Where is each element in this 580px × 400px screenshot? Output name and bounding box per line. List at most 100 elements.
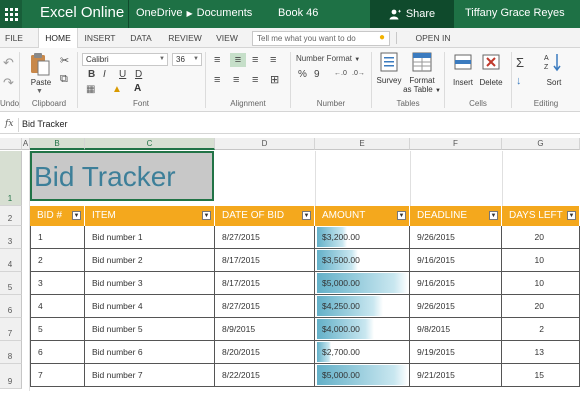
column-header-d[interactable]: D [215,138,315,150]
tab-data[interactable]: DATA [124,28,158,48]
cell-amount[interactable]: $3,200.00 [315,226,410,249]
row-header-3[interactable]: 3 [0,226,22,249]
cell-date[interactable]: 8/27/2015 [215,295,315,318]
align-middle-icon[interactable]: ≡ [230,53,246,67]
cell-amount[interactable]: $5,000.00 [315,272,410,295]
column-header-e[interactable]: E [315,138,410,150]
cut-icon[interactable]: ✂ [60,56,69,67]
cell-bid[interactable]: 3 [30,272,85,295]
column-header-a[interactable]: A [22,138,30,150]
cell-item[interactable]: Bid number 7 [85,364,215,387]
cell-amount[interactable]: $5,000.00 [315,364,410,387]
cell-amount[interactable]: $4,250.00 [315,295,410,318]
redo-icon[interactable]: ↷ [3,76,14,89]
fill-down-icon[interactable]: ↓ [516,76,522,87]
user-name[interactable]: Tiffany Grace Reyes [465,7,565,19]
formula-input[interactable]: Bid Tracker [22,119,68,129]
paste-icon[interactable] [30,52,50,79]
cell-deadline[interactable]: 9/21/2015 [410,364,502,387]
fill-color-icon[interactable]: ▲ [112,85,122,95]
row-header-5[interactable]: 5 [0,272,22,295]
filter-dropdown-icon[interactable]: ▼ [489,211,498,220]
align-center-icon[interactable]: ≡ [233,75,239,86]
app-title[interactable]: Excel Online [40,4,124,21]
align-left-icon[interactable]: ≡ [214,75,220,86]
cell-item[interactable]: Bid number 6 [85,341,215,364]
cell-item[interactable]: Bid number 5 [85,318,215,341]
cell-days-left[interactable]: 13 [502,341,580,364]
share-button[interactable]: Share [370,0,454,28]
table-header-deadline[interactable]: DEADLINE ▼ [410,206,502,226]
table-header-bid[interactable]: BID # ▼ [30,206,85,226]
decrease-decimal-icon[interactable]: .0→ [352,70,365,77]
open-in-excel-button[interactable]: OPEN IN EXCEL [402,28,464,63]
wrap-text-icon[interactable]: ≡ [270,55,276,66]
breadcrumb-documents[interactable]: Documents [197,7,253,19]
bold-button[interactable]: B [88,70,95,80]
cell-days-left[interactable]: 2 [502,318,580,341]
cell-deadline[interactable]: 9/19/2015 [410,341,502,364]
cell-date[interactable]: 8/22/2015 [215,364,315,387]
borders-icon[interactable]: ▦ [86,85,95,95]
format-as-table-icon[interactable] [412,52,432,75]
comma-style-button[interactable]: 9 [314,70,320,80]
cell-days-left[interactable]: 20 [502,226,580,249]
table-header-amount[interactable]: AMOUNT ▼ [315,206,410,226]
cell-bid[interactable]: 2 [30,249,85,272]
title-cell-selected[interactable]: Bid Tracker [30,151,214,201]
cell-deadline[interactable]: 9/26/2015 [410,295,502,318]
align-top-icon[interactable]: ≡ [214,55,220,66]
cell-bid[interactable]: 5 [30,318,85,341]
double-underline-button[interactable]: D [135,70,142,80]
table-header-date-of-bid[interactable]: DATE OF BID ▼ [215,206,315,226]
row-header-8[interactable]: 8 [0,341,22,364]
column-header-g[interactable]: G [502,138,580,150]
filter-dropdown-icon[interactable]: ▼ [202,211,211,220]
cell-bid[interactable]: 7 [30,364,85,387]
column-header-b[interactable]: B [30,138,85,150]
row-header-9[interactable]: 9 [0,364,22,389]
increase-decimal-icon[interactable]: ←.0 [334,70,347,77]
cell-item[interactable]: Bid number 2 [85,249,215,272]
cell-bid[interactable]: 1 [30,226,85,249]
copy-icon[interactable]: ⧉ [60,74,68,85]
tab-home[interactable]: HOME [38,28,78,49]
insert-cells-icon[interactable] [454,53,472,74]
row-header-1[interactable]: 1 [0,151,22,206]
number-format-select[interactable]: Number Format ▼ [296,55,360,64]
cell-item[interactable]: Bid number 3 [85,272,215,295]
cell-item[interactable]: Bid number 1 [85,226,215,249]
italic-button[interactable]: I [103,70,106,80]
tab-insert[interactable]: INSERT [80,28,120,48]
cell-date[interactable]: 8/17/2015 [215,249,315,272]
tell-me-input[interactable]: Tell me what you want to do ● [252,31,390,46]
cell-bid[interactable]: 4 [30,295,85,318]
cell-date[interactable]: 8/9/2015 [215,318,315,341]
font-color-icon[interactable]: A [134,84,141,94]
cell-date[interactable]: 8/27/2015 [215,226,315,249]
align-right-icon[interactable]: ≡ [252,75,258,86]
tab-review[interactable]: REVIEW [164,28,206,48]
cell-date[interactable]: 8/20/2015 [215,341,315,364]
cell-amount[interactable]: $3,500.00 [315,249,410,272]
row-header-6[interactable]: 6 [0,295,22,318]
column-header-c[interactable]: C [85,138,215,150]
cell-days-left[interactable]: 15 [502,364,580,387]
undo-icon[interactable]: ↶ [3,56,14,69]
cell-days-left[interactable]: 10 [502,272,580,295]
tab-file[interactable]: FILE [0,28,28,48]
cell-bid[interactable]: 6 [30,341,85,364]
cell-deadline[interactable]: 9/8/2015 [410,318,502,341]
merge-center-icon[interactable]: ⊞ [270,75,279,86]
cell-deadline[interactable]: 9/26/2015 [410,226,502,249]
underline-button[interactable]: U [119,70,126,80]
row-header-4[interactable]: 4 [0,249,22,272]
cell-days-left[interactable]: 20 [502,295,580,318]
workbook-name[interactable]: Book 46 [278,7,318,19]
table-header-days-left[interactable]: DAYS LEFT ▼ [502,206,580,226]
filter-dropdown-icon[interactable]: ▼ [302,211,311,220]
percent-button[interactable]: % [298,70,307,80]
row-header-2[interactable]: 2 [0,206,22,226]
column-header-f[interactable]: F [410,138,502,150]
cell-item[interactable]: Bid number 4 [85,295,215,318]
